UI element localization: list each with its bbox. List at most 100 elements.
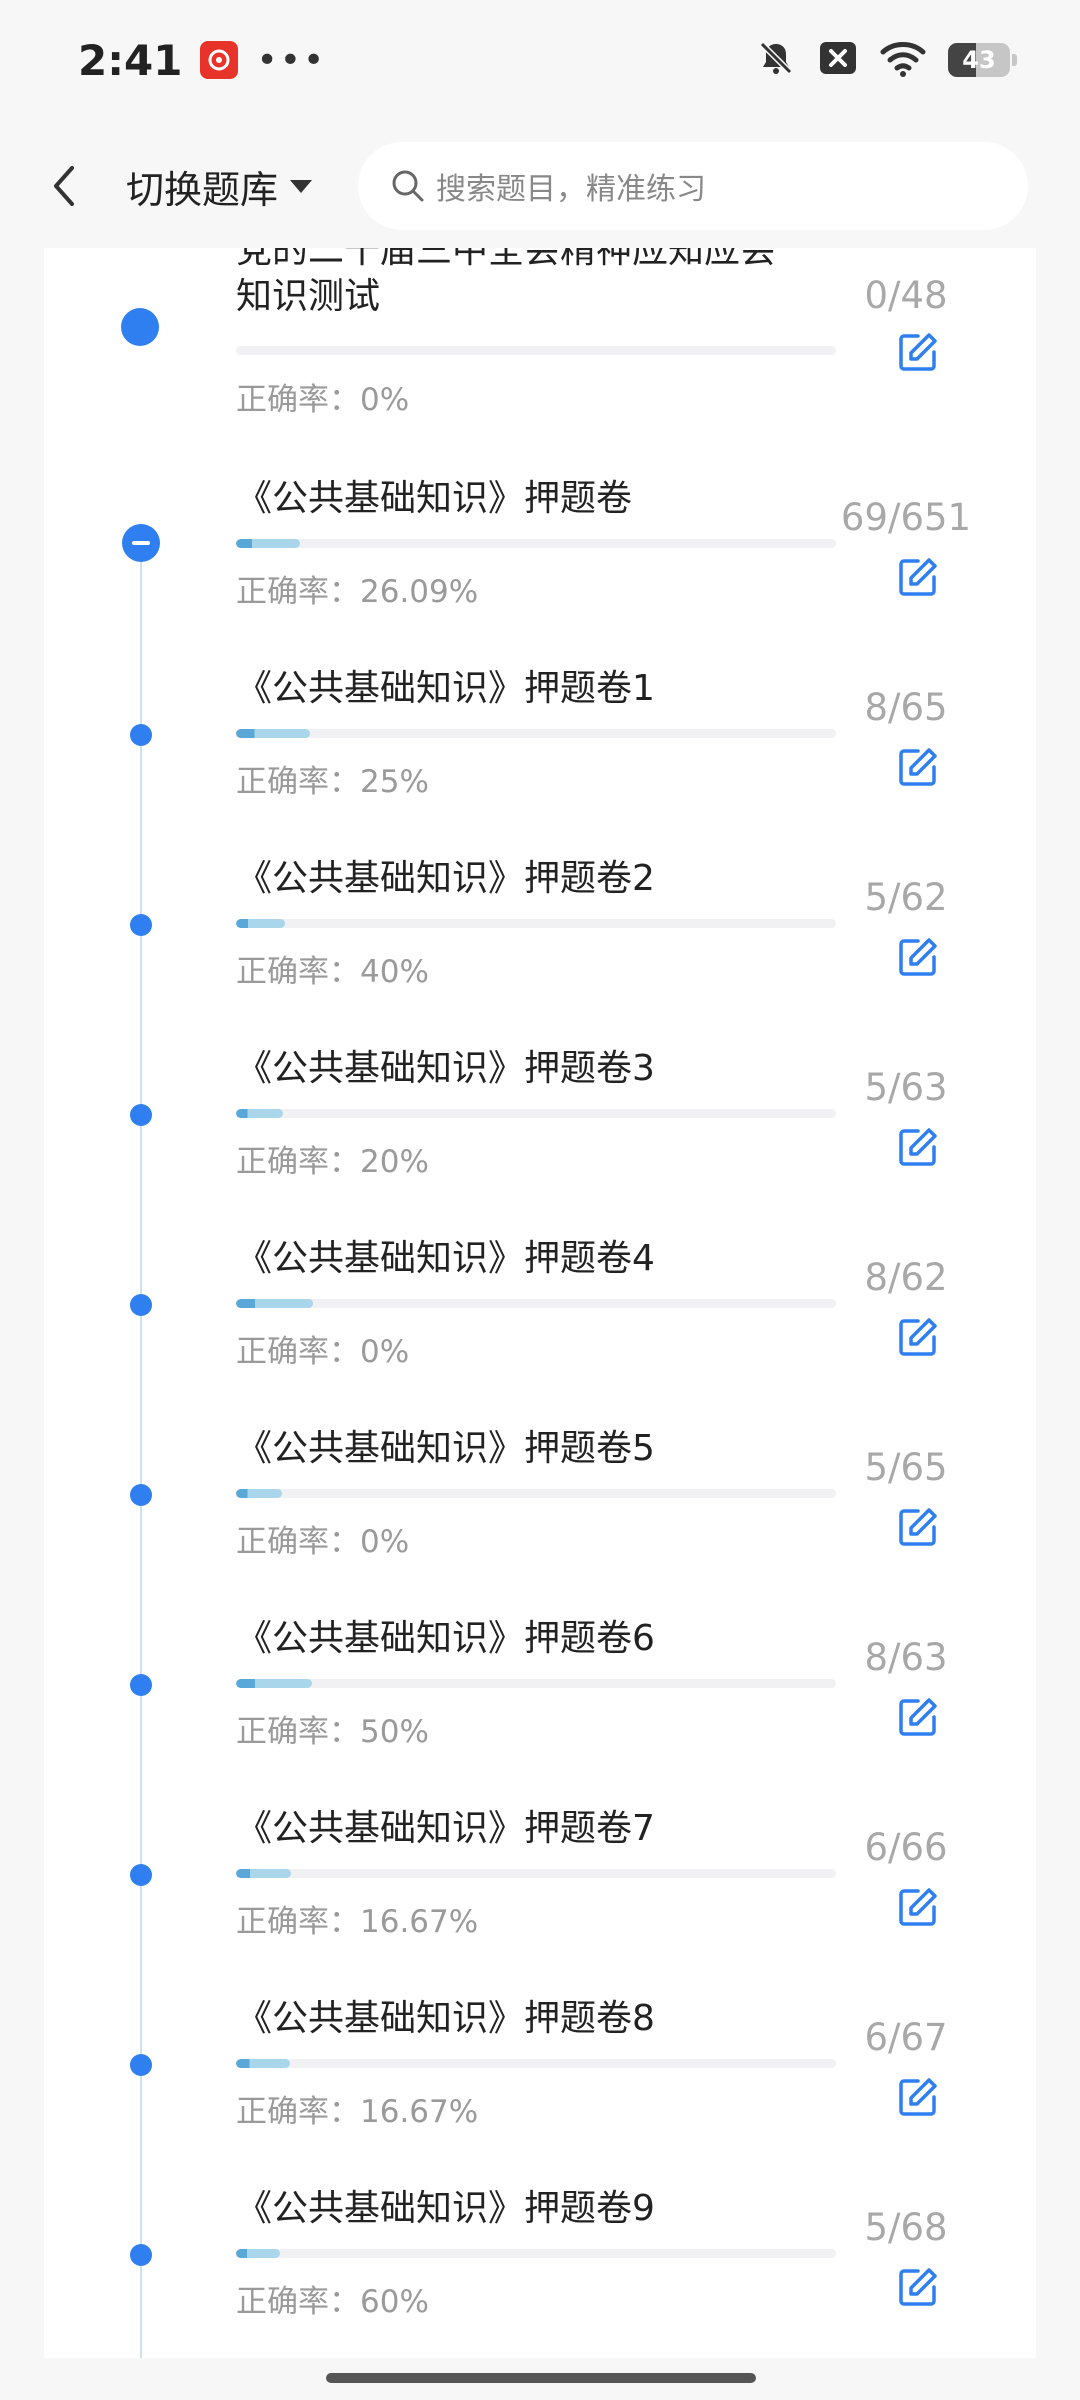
list-item[interactable]: 《公共基础知识》押题卷 正确率：26.09% 69/651 <box>44 456 1036 646</box>
progress-fill <box>236 2059 290 2068</box>
header: 切换题库 搜索题目，精准练习 <box>0 130 1080 242</box>
progress-bar <box>236 729 836 738</box>
accuracy-text: 正确率：50% <box>236 1714 429 1750</box>
edit-icon[interactable] <box>896 1125 940 1169</box>
switch-bank-dropdown[interactable]: 切换题库 <box>126 159 314 214</box>
list-item[interactable]: 《公共基础知识》押题卷5 正确率：0% 5/65 <box>44 1406 1036 1596</box>
status-right: 43 <box>756 38 1017 82</box>
timeline-dot <box>121 308 159 346</box>
list-item[interactable]: 《公共基础知识》押题卷4 正确率：0% 8/62 <box>44 1216 1036 1406</box>
progress-count: 8/63 <box>864 1636 948 1679</box>
timeline-dot <box>130 1864 152 1886</box>
list-item[interactable]: 《公共基础知识》押题卷1 正确率：25% 8/65 <box>44 646 1036 836</box>
accuracy-text: 正确率：25% <box>236 764 429 800</box>
timeline-dot <box>130 914 152 936</box>
search-icon <box>392 170 424 202</box>
accuracy-text: 正确率：16.67% <box>236 1904 479 1940</box>
item-title: 《公共基础知识》押题卷8 <box>236 1998 655 2039</box>
list-item[interactable]: 《公共基础知识》押题卷2 正确率：40% 5/62 <box>44 836 1036 1026</box>
status-left: 2:41 ••• <box>78 36 326 85</box>
progress-bar <box>236 1109 836 1118</box>
item-title: 《公共基础知识》押题卷5 <box>236 1428 655 1469</box>
edit-icon[interactable] <box>896 2075 940 2119</box>
edit-icon[interactable] <box>896 1315 940 1359</box>
progress-bar <box>236 919 836 928</box>
search-placeholder: 搜索题目，精准练习 <box>436 172 707 207</box>
timeline-dot <box>130 1674 152 1696</box>
item-title: 《公共基础知识》押题卷7 <box>236 1808 655 1849</box>
progress-bar <box>236 1869 836 1878</box>
search-input[interactable]: 搜索题目，精准练习 <box>358 142 1029 230</box>
item-title: 党的二十届三中全会精神应知应会 <box>236 248 777 271</box>
list-item[interactable]: 《公共基础知识》押题卷3 正确率：20% 5/63 <box>44 1026 1036 1216</box>
list-item[interactable]: 《公共基础知识》押题卷9 正确率：60% 5/68 <box>44 2166 1036 2356</box>
progress-count: 6/66 <box>864 1826 948 1869</box>
back-button[interactable] <box>44 156 84 216</box>
timeline-dot <box>130 2244 152 2266</box>
list-item[interactable]: 《公共基础知识》押题卷7 正确率：16.67% 6/66 <box>44 1786 1036 1976</box>
collapse-dot[interactable] <box>122 524 160 562</box>
edit-icon[interactable] <box>896 1885 940 1929</box>
edit-icon[interactable] <box>896 935 940 979</box>
progress-fill <box>236 729 310 738</box>
chevron-left-icon <box>54 166 74 206</box>
accuracy-text: 正确率：0% <box>236 1524 410 1560</box>
timeline-dot <box>130 724 152 746</box>
item-title: 《公共基础知识》押题卷9 <box>236 2188 655 2229</box>
edit-icon[interactable] <box>896 2265 940 2309</box>
progress-fill <box>236 2249 281 2258</box>
timeline-dot <box>130 2054 152 2076</box>
timeline-dot <box>130 1104 152 1126</box>
accuracy-text: 正确率：60% <box>236 2284 429 2320</box>
clock: 2:41 <box>78 35 183 85</box>
timeline-dot <box>130 1484 152 1506</box>
progress-count: 69/651 <box>840 496 972 539</box>
item-title: 《公共基础知识》押题卷1 <box>236 668 655 709</box>
item-title: 《公共基础知识》押题卷6 <box>236 1618 655 1659</box>
accuracy-text: 正确率：20% <box>236 1144 429 1180</box>
progress-count: 0/48 <box>864 274 948 317</box>
edit-icon[interactable] <box>896 1695 940 1739</box>
list-item[interactable]: 《公共基础知识》押题卷8 正确率：16.67% 6/67 <box>44 1976 1036 2166</box>
progress-bar <box>236 2249 836 2258</box>
item-title: 《公共基础知识》押题卷4 <box>236 1238 655 1279</box>
caret-down-icon <box>290 180 313 193</box>
progress-fill <box>236 1489 283 1498</box>
item-title: 《公共基础知识》押题卷 <box>236 478 633 519</box>
progress-count: 8/65 <box>864 686 948 729</box>
more-notifications-icon: ••• <box>256 39 327 81</box>
progress-bar <box>236 539 836 548</box>
accuracy-text: 正确率：0% <box>236 382 410 418</box>
home-indicator[interactable] <box>326 2373 756 2383</box>
edit-icon[interactable] <box>896 1505 940 1549</box>
bell-muted-icon <box>756 38 796 82</box>
edit-icon[interactable] <box>896 330 940 374</box>
progress-bar <box>236 1299 836 1308</box>
progress-fill <box>236 539 300 548</box>
wifi-icon <box>880 38 926 82</box>
accuracy-text: 正确率：16.67% <box>236 2094 479 2130</box>
progress-fill <box>236 919 285 928</box>
progress-fill <box>236 1299 314 1308</box>
switch-bank-label: 切换题库 <box>126 167 279 212</box>
item-title: 《公共基础知识》押题卷2 <box>236 858 655 899</box>
battery-icon: 43 <box>948 43 1017 77</box>
progress-bar <box>236 1489 836 1498</box>
progress-fill <box>236 1109 284 1118</box>
accuracy-text: 正确率：26.09% <box>236 574 479 610</box>
progress-count: 5/63 <box>864 1066 948 1109</box>
list-item[interactable]: 党的二十届三中全会精神应知应会 知识测试 正确率：0% 0/48 <box>44 248 1036 418</box>
item-title-line2: 知识测试 <box>236 276 381 317</box>
progress-count: 5/62 <box>864 876 948 919</box>
accuracy-text: 正确率：0% <box>236 1334 410 1370</box>
accuracy-text: 正确率：40% <box>236 954 429 990</box>
netease-music-icon <box>200 41 239 79</box>
edit-icon[interactable] <box>896 555 940 599</box>
edit-icon[interactable] <box>896 745 940 789</box>
progress-bar <box>236 1679 836 1688</box>
question-bank-list: 党的二十届三中全会精神应知应会 知识测试 正确率：0% 0/48 《公共基础知识… <box>44 248 1036 2358</box>
status-bar: 2:41 ••• 43 <box>0 0 1080 120</box>
progress-count: 5/68 <box>864 2206 948 2249</box>
list-item[interactable]: 《公共基础知识》押题卷6 正确率：50% 8/63 <box>44 1596 1036 1786</box>
timeline-dot <box>130 1294 152 1316</box>
